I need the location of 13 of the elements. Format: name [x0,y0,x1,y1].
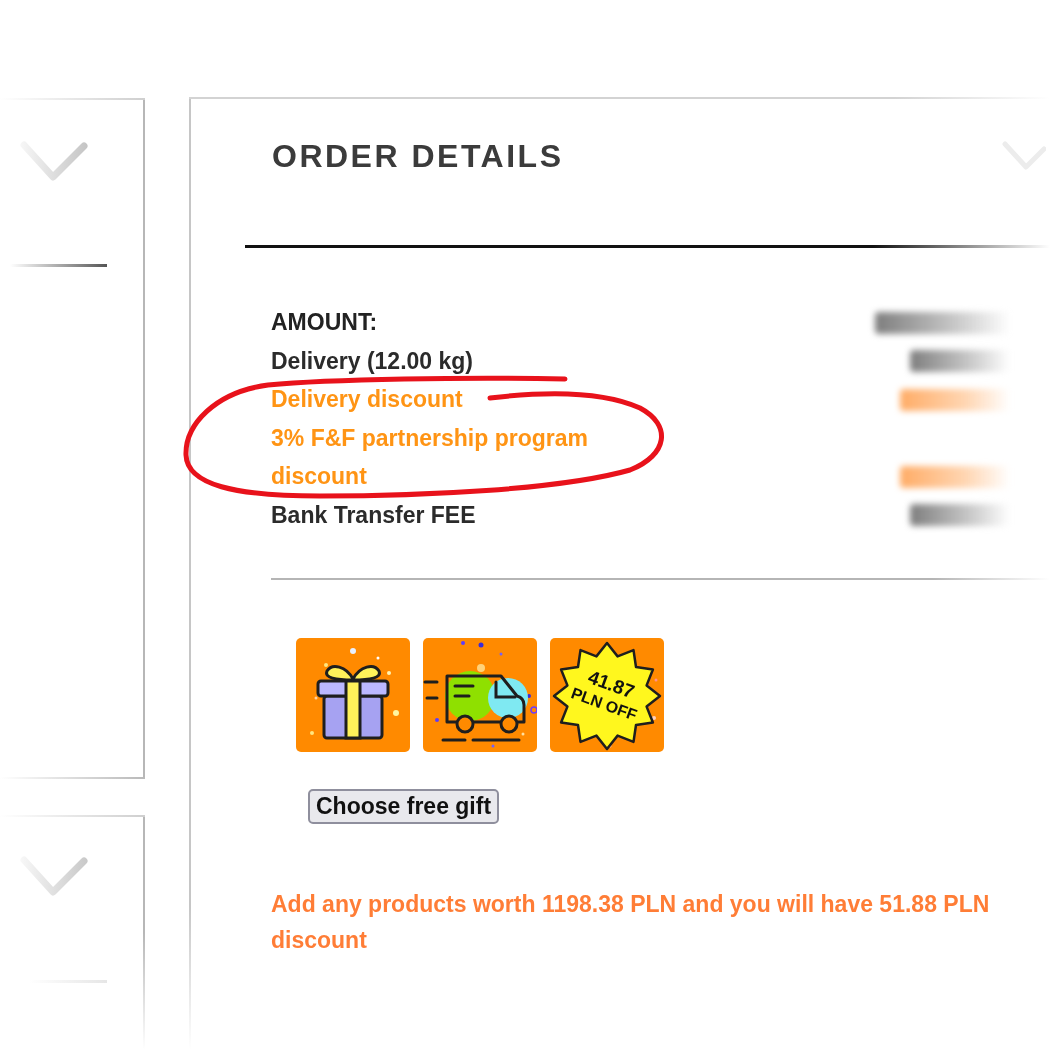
amount-label: Delivery (12.00 kg) [271,347,473,374]
promo-message: Add any products worth 1198.38 PLN and you will have 51.88 PLN discount [271,890,991,955]
amount-label: Delivery discount [271,386,463,412]
delivery-van-icon [423,638,537,752]
discount-sticker: 41.87 PLN OFF [550,638,664,752]
amount-label: 3% F&F partnership program discount [271,424,588,489]
check-icon [20,855,88,897]
amount-label: AMOUNT: [271,309,378,335]
check-icon [20,140,88,182]
choose-gift-button[interactable]: Choose free gift [308,789,500,824]
amount-label: Bank Transfer FEE [271,501,476,528]
gift-box-icon [296,638,410,752]
section-title: ORDER DETAILS [272,139,564,173]
